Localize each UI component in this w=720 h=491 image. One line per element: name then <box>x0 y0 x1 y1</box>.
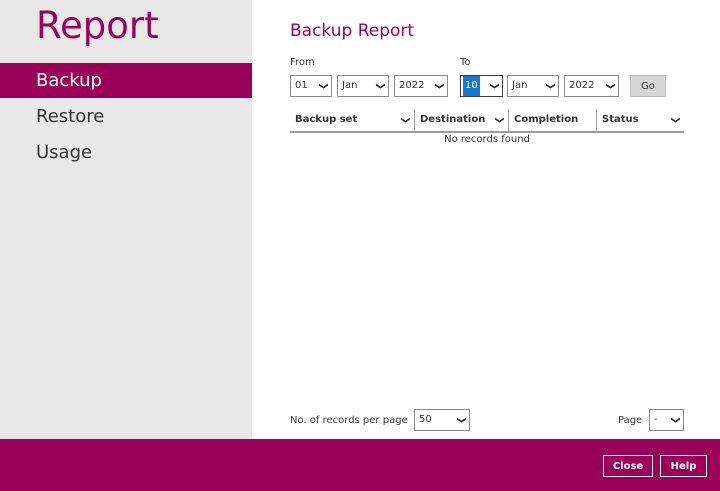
from-year-select[interactable]: 2022 ❯ <box>394 75 448 97</box>
column-status[interactable]: Status ❯ <box>597 109 684 131</box>
column-label: Backup set <box>295 114 358 125</box>
empty-message: No records found <box>444 134 530 145</box>
from-day-select[interactable]: 01 ❯ <box>290 75 332 97</box>
page-title: Backup Report <box>290 21 415 41</box>
column-completion[interactable]: Completion <box>509 109 596 131</box>
to-day-select[interactable]: 10 ❯ <box>460 75 503 97</box>
to-month-value: Jan <box>512 80 528 91</box>
column-destination[interactable]: Destination ❯ <box>415 109 508 131</box>
to-month-select[interactable]: Jan ❯ <box>507 75 559 97</box>
help-button[interactable]: Help <box>660 455 707 477</box>
to-year-value: 2022 <box>569 80 595 91</box>
app-title: Report <box>36 4 159 47</box>
chevron-down-icon: ❯ <box>670 116 681 124</box>
chevron-down-icon: ❯ <box>434 82 445 90</box>
sidebar: Report Backup Restore Usage <box>0 0 252 439</box>
from-month-select[interactable]: Jan ❯ <box>337 75 389 97</box>
go-button[interactable]: Go <box>630 75 666 97</box>
chevron-down-icon: ❯ <box>494 116 505 124</box>
chevron-down-icon: ❯ <box>375 82 386 90</box>
chevron-down-icon: ❯ <box>318 82 329 90</box>
records-per-page-select[interactable]: 50 ❯ <box>414 409 470 431</box>
chevron-down-icon: ❯ <box>400 116 411 124</box>
table-header: Backup set ❯ Destination ❯ Completion St… <box>290 109 684 133</box>
records-per-page-value: 50 <box>419 414 432 425</box>
to-label: To <box>460 57 471 68</box>
from-month-value: Jan <box>342 80 358 91</box>
column-label: Destination <box>420 114 486 125</box>
page-label: Page <box>618 415 643 426</box>
column-backup-set[interactable]: Backup set ❯ <box>290 109 414 131</box>
column-label: Status <box>602 114 639 125</box>
chevron-down-icon: ❯ <box>670 416 681 424</box>
to-year-select[interactable]: 2022 ❯ <box>564 75 619 97</box>
main-panel: Backup Report From To 01 ❯ Jan ❯ 2022 ❯ … <box>252 0 720 439</box>
chevron-down-icon: ❯ <box>545 82 556 90</box>
close-button[interactable]: Close <box>603 455 653 477</box>
page-value: - <box>654 414 658 425</box>
to-day-value: 10 <box>463 76 480 96</box>
page-select[interactable]: - ❯ <box>649 409 684 431</box>
chevron-down-icon: ❯ <box>605 82 616 90</box>
from-day-value: 01 <box>295 80 308 91</box>
records-per-page-label: No. of records per page <box>290 415 408 426</box>
chevron-down-icon: ❯ <box>489 82 500 90</box>
sidebar-item-usage[interactable]: Usage <box>0 135 252 170</box>
from-year-value: 2022 <box>399 80 425 91</box>
sidebar-item-restore[interactable]: Restore <box>0 99 252 134</box>
sidebar-item-backup[interactable]: Backup <box>0 63 252 98</box>
footer-bar: Close Help <box>0 439 720 491</box>
from-label: From <box>290 57 315 68</box>
chevron-down-icon: ❯ <box>456 416 467 424</box>
column-label: Completion <box>514 114 579 125</box>
